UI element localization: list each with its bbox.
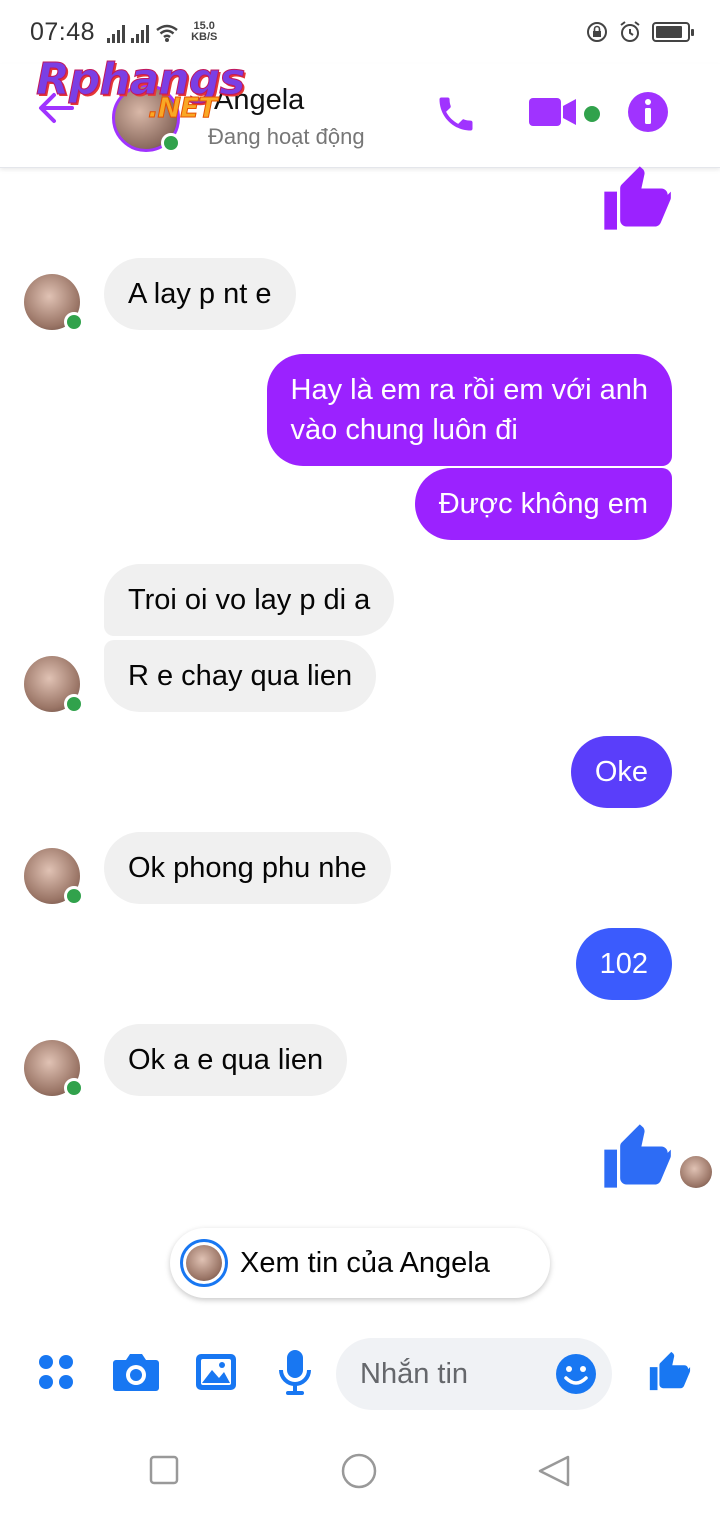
apps-icon[interactable] — [36, 1352, 76, 1392]
story-avatar — [180, 1239, 228, 1287]
outgoing-message[interactable]: Được không em — [414, 468, 672, 540]
thumbs-up-icon[interactable] — [646, 1348, 692, 1394]
network-speed-unit: KB/S — [191, 31, 218, 43]
incoming-message[interactable]: Ok phong phu nhe — [104, 832, 391, 904]
network-speed: 15.0 KB/S — [191, 21, 217, 43]
message-line: Hay là em ra rồi em với anh — [290, 374, 648, 406]
phone-icon[interactable] — [434, 92, 478, 136]
contact-message-avatar[interactable] — [24, 848, 84, 906]
incoming-message[interactable]: Ok a e qua lien — [104, 1024, 348, 1096]
contact-status: Đang hoạt động — [208, 124, 365, 149]
message-line: vào chung luôn đi — [290, 414, 518, 446]
incoming-message[interactable]: A lay p nt e — [104, 258, 296, 330]
online-indicator — [64, 1078, 84, 1098]
info-icon[interactable] — [626, 90, 670, 134]
online-indicator — [161, 133, 181, 153]
system-nav-bar — [0, 1430, 720, 1520]
signal-group: 15.0 KB/S — [107, 21, 217, 43]
outgoing-message[interactable]: Hay là em ra rồi em với anh vào chung lu… — [266, 354, 672, 466]
status-time: 07:48 — [30, 17, 96, 46]
thumbs-up-sent-icon — [604, 1124, 671, 1188]
wifi-icon — [156, 24, 178, 42]
contact-message-avatar[interactable] — [24, 274, 84, 332]
contact-message-avatar[interactable] — [24, 1040, 84, 1098]
view-story-label: Xem tin của Angela — [240, 1246, 490, 1279]
incoming-message[interactable]: R e chay qua lien — [104, 640, 377, 712]
lock-rotation-icon — [587, 22, 607, 42]
status-bar: 07:48 15.0 KB/S — [0, 0, 720, 64]
alarm-icon — [620, 21, 640, 42]
camera-icon[interactable] — [112, 1350, 160, 1394]
contact-name[interactable]: Angela — [214, 84, 304, 117]
battery-icon — [652, 22, 694, 42]
home-icon[interactable] — [340, 1452, 378, 1490]
thumbs-up-sent-icon — [604, 166, 671, 230]
seen-avatar — [680, 1156, 712, 1188]
contact-message-avatar[interactable] — [24, 656, 84, 714]
emoji-icon[interactable] — [554, 1352, 598, 1396]
online-indicator — [64, 886, 84, 906]
message-composer — [0, 1330, 720, 1420]
view-story-button[interactable]: Xem tin của Angela — [170, 1228, 550, 1298]
signal-icon-2 — [131, 25, 150, 43]
online-indicator — [64, 694, 84, 714]
signal-icon — [107, 25, 126, 43]
video-camera-icon[interactable] — [528, 94, 578, 130]
online-indicator — [64, 312, 84, 332]
back-nav-icon[interactable] — [536, 1454, 572, 1488]
contact-avatar[interactable] — [112, 84, 181, 153]
outgoing-message[interactable]: 102 — [575, 928, 672, 1000]
microphone-icon[interactable] — [278, 1348, 312, 1396]
chat-header: Angela Đang hoạt động Rphangs .NET — [0, 57, 720, 168]
status-right — [586, 20, 694, 44]
incoming-message[interactable]: Troi oi vo lay p di a — [104, 564, 395, 636]
recent-apps-icon[interactable] — [148, 1454, 180, 1486]
outgoing-message[interactable]: Oke — [570, 736, 672, 808]
video-active-dot — [584, 106, 600, 122]
image-icon[interactable] — [194, 1350, 238, 1394]
back-arrow-icon[interactable] — [34, 86, 78, 130]
